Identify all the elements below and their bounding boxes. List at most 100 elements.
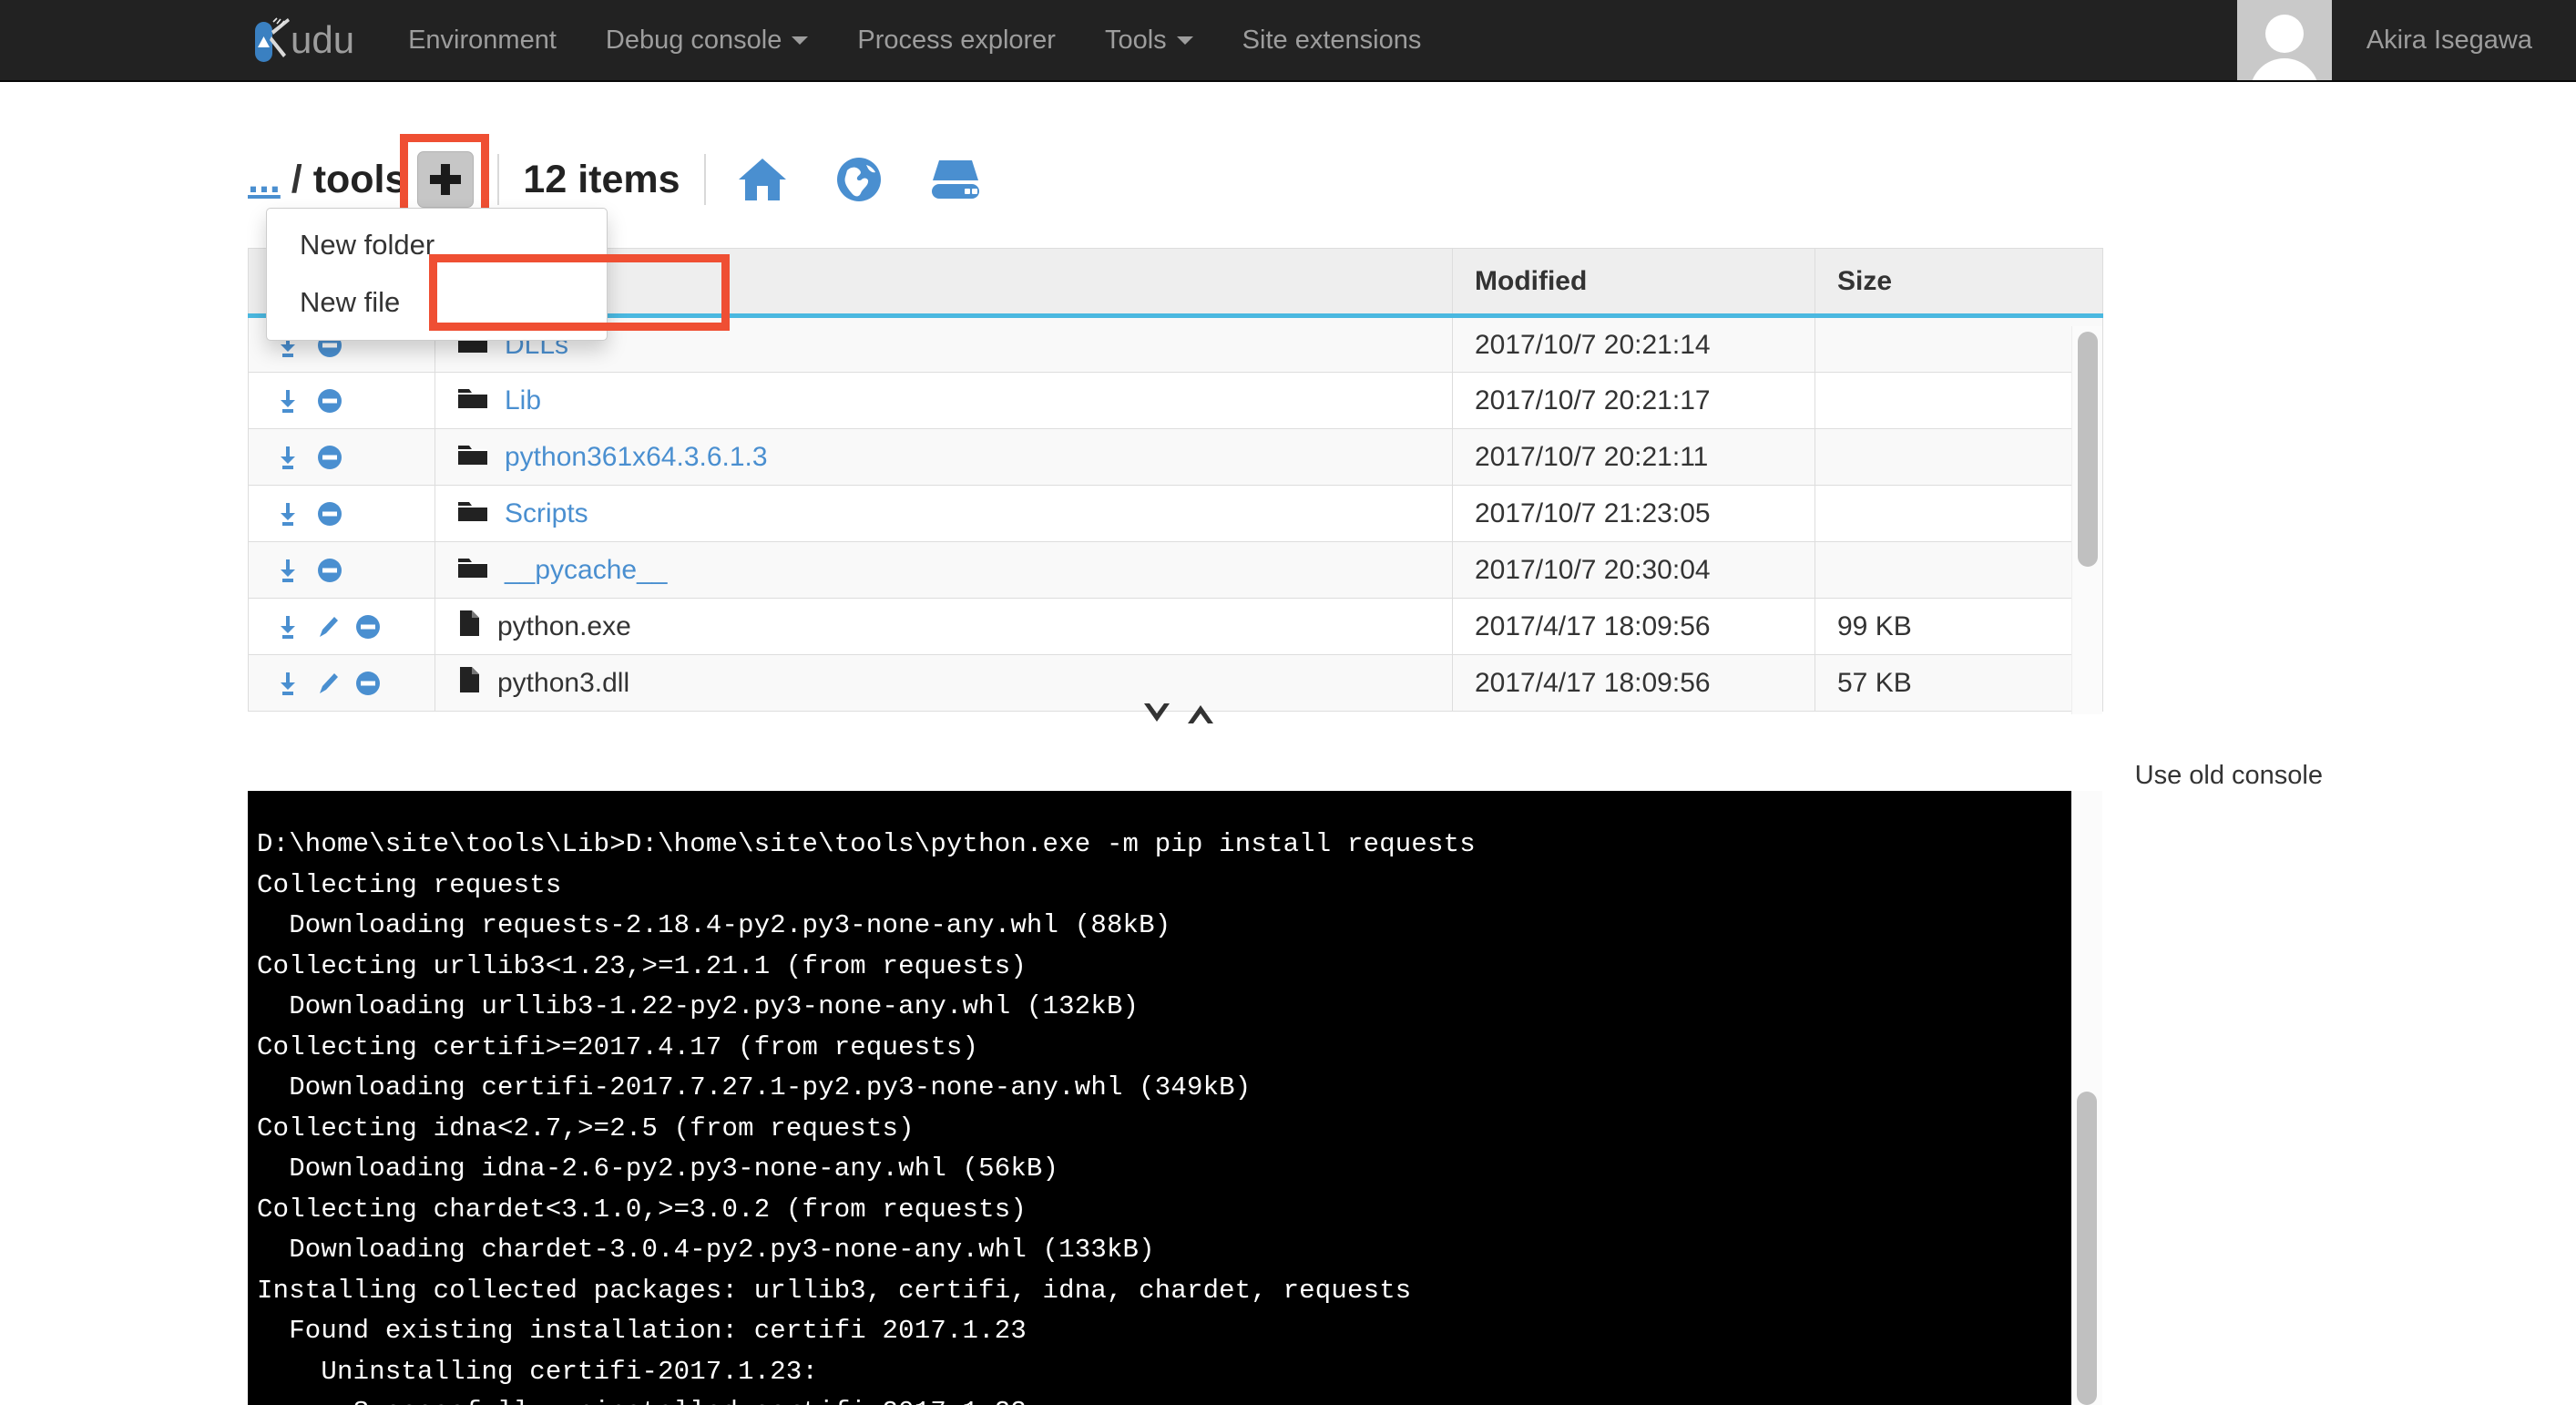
file-icon xyxy=(457,610,481,644)
nav-item-environment-label: Environment xyxy=(408,25,557,55)
delete-icon[interactable] xyxy=(354,670,382,697)
globe-icon[interactable] xyxy=(835,156,883,203)
toolbar-divider-1 xyxy=(497,154,500,205)
edit-icon[interactable] xyxy=(316,670,340,697)
file-table-scrollbar-thumb[interactable] xyxy=(2078,332,2098,567)
download-icon[interactable] xyxy=(274,670,302,697)
folder-icon xyxy=(457,385,488,417)
row-actions xyxy=(248,372,435,429)
row-name: __pycache__ xyxy=(434,541,1453,599)
nav-item-tools[interactable]: Tools xyxy=(1080,0,1218,80)
nav-item-process-explorer[interactable]: Process explorer xyxy=(833,0,1080,80)
row-name: python.exe xyxy=(434,598,1453,655)
menu-item-new-folder[interactable]: New folder xyxy=(267,217,607,274)
folder-icon xyxy=(457,554,488,587)
table-expand-controls xyxy=(1141,702,1216,730)
table-row[interactable]: __pycache__ 2017/10/7 20:30:04 xyxy=(248,541,2103,599)
toolbar-divider-2 xyxy=(703,154,706,205)
row-size xyxy=(1814,372,2103,429)
row-size: 99 KB xyxy=(1814,598,2103,655)
folder-icon xyxy=(457,441,488,474)
row-actions xyxy=(248,598,435,655)
brand-logo-link[interactable]: udu xyxy=(248,0,383,80)
menu-item-new-file[interactable]: New file xyxy=(267,274,607,332)
add-new-button[interactable] xyxy=(417,151,475,208)
row-size xyxy=(1814,315,2103,373)
download-icon[interactable] xyxy=(274,500,302,528)
chevron-down-icon[interactable] xyxy=(1141,702,1172,730)
row-name: python361x64.3.6.1.3 xyxy=(434,428,1453,486)
navbar-user-group[interactable]: Akira Isegawa xyxy=(2236,0,2576,80)
delete-icon[interactable] xyxy=(316,500,343,528)
chevron-down-icon xyxy=(1176,36,1193,45)
top-navbar: udu Environment Debug console Process ex… xyxy=(0,0,2576,82)
table-row[interactable]: python.exe 2017/4/17 18:09:56 99 KB xyxy=(248,598,2103,655)
nav-item-debug-console[interactable]: Debug console xyxy=(581,0,833,80)
file-name-link[interactable]: Scripts xyxy=(505,498,588,529)
plus-icon xyxy=(430,164,462,195)
username-label: Akira Isegawa xyxy=(2366,25,2532,55)
avatar-body-shape xyxy=(2249,58,2319,80)
file-name-link[interactable]: __pycache__ xyxy=(505,555,667,586)
brand-text: udu xyxy=(291,18,355,61)
console-scrollbar-thumb[interactable] xyxy=(2077,1092,2097,1405)
nav-item-debug-console-label: Debug console xyxy=(605,25,782,55)
file-icon xyxy=(457,666,481,701)
download-icon[interactable] xyxy=(274,387,302,415)
nav-item-environment[interactable]: Environment xyxy=(383,0,581,80)
console-scrollbar[interactable] xyxy=(2071,791,2102,1405)
col-size: Size xyxy=(1814,248,2103,318)
edit-icon[interactable] xyxy=(316,613,340,641)
file-name-label: python.exe xyxy=(497,610,631,641)
row-size xyxy=(1814,428,2103,486)
kudu-debug-console-page: udu Environment Debug console Process ex… xyxy=(0,0,2576,1405)
nav-item-site-extensions[interactable]: Site extensions xyxy=(1218,0,1446,80)
delete-icon[interactable] xyxy=(354,613,382,641)
delete-icon[interactable] xyxy=(316,387,343,415)
row-size: 57 KB xyxy=(1814,654,2103,712)
table-row[interactable]: python361x64.3.6.1.3 2017/10/7 20:21:11 xyxy=(248,428,2103,486)
add-new-dropdown-menu: New folder New file xyxy=(266,208,608,341)
nav-item-tools-label: Tools xyxy=(1104,25,1167,55)
row-name: python3.dll xyxy=(434,654,1453,712)
delete-icon[interactable] xyxy=(316,444,343,471)
table-row[interactable]: Lib 2017/10/7 20:21:17 xyxy=(248,372,2103,429)
breadcrumb: ... / tools xyxy=(248,157,407,201)
hard-drive-icon[interactable] xyxy=(930,157,981,202)
navbar-links-group: udu Environment Debug console Process ex… xyxy=(248,0,1446,80)
row-name: Scripts xyxy=(434,485,1453,542)
delete-icon[interactable] xyxy=(316,557,343,584)
row-modified: 2017/10/7 20:21:11 xyxy=(1452,428,1815,486)
breadcrumb-root-link[interactable]: ... xyxy=(248,158,281,201)
items-count-label: 12 items xyxy=(523,157,680,201)
chevron-down-icon xyxy=(792,36,809,45)
row-actions xyxy=(248,428,435,486)
row-modified: 2017/4/17 18:09:56 xyxy=(1452,654,1815,712)
row-name: Lib xyxy=(434,372,1453,429)
row-modified: 2017/10/7 21:23:05 xyxy=(1452,485,1815,542)
file-name-label: python3.dll xyxy=(497,667,630,698)
file-name-link[interactable]: python361x64.3.6.1.3 xyxy=(505,442,768,473)
breadcrumb-current: tools xyxy=(312,157,407,201)
nav-item-site-extensions-label: Site extensions xyxy=(1242,25,1422,55)
breadcrumb-separator: / xyxy=(291,157,302,201)
console-output-text: D:\home\site\tools\Lib>D:\home\site\tool… xyxy=(257,829,1476,1405)
row-modified: 2017/4/17 18:09:56 xyxy=(1452,598,1815,655)
col-modified: Modified xyxy=(1452,248,1815,318)
file-name-link[interactable]: Lib xyxy=(505,385,541,416)
file-table-scrollbar[interactable] xyxy=(2071,326,2102,714)
row-modified: 2017/10/7 20:21:17 xyxy=(1452,372,1815,429)
use-old-console-link[interactable]: Use old console xyxy=(2135,761,2323,791)
row-size xyxy=(1814,485,2103,542)
download-icon[interactable] xyxy=(274,613,302,641)
download-icon[interactable] xyxy=(274,444,302,471)
home-icon[interactable] xyxy=(737,156,788,203)
row-actions xyxy=(248,541,435,599)
download-icon[interactable] xyxy=(274,557,302,584)
chevron-up-icon[interactable] xyxy=(1185,702,1216,730)
file-table-body: DLLs 2017/10/7 20:21:14 Lib 2017/10/7 20… xyxy=(248,315,2103,712)
table-row[interactable]: Scripts 2017/10/7 21:23:05 xyxy=(248,485,2103,542)
row-size xyxy=(1814,541,2103,599)
folder-icon xyxy=(457,497,488,530)
console-terminal[interactable]: D:\home\site\tools\Lib>D:\home\site\tool… xyxy=(248,791,2102,1405)
